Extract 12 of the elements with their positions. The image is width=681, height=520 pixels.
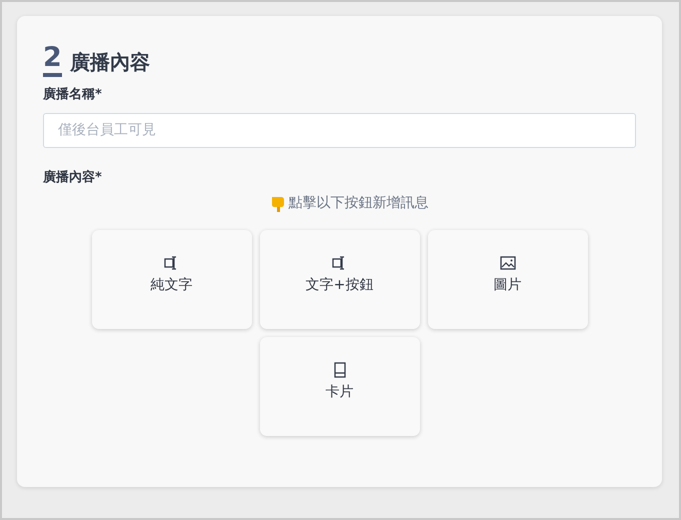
message-type-button[interactable]: 卡片 bbox=[260, 337, 420, 436]
name-input-field[interactable]: 僅後台員工可見 bbox=[43, 112, 636, 148]
field-label: 廣播名稱* bbox=[43, 86, 103, 104]
image-icon bbox=[500, 254, 516, 270]
message-type-button[interactable]: 文字+按鈕 bbox=[260, 230, 420, 329]
step-number: 2 bbox=[43, 44, 62, 77]
hint-text: 點擊以下按鈕新增訊息 bbox=[288, 194, 428, 213]
message-type-button[interactable]: 圖片 bbox=[428, 230, 588, 329]
message-type-button[interactable]: 純文字 bbox=[92, 230, 252, 329]
card-icon bbox=[332, 362, 348, 378]
section-title: 廣播內容 bbox=[70, 49, 150, 76]
field-label: 廣播內容* bbox=[43, 168, 103, 186]
